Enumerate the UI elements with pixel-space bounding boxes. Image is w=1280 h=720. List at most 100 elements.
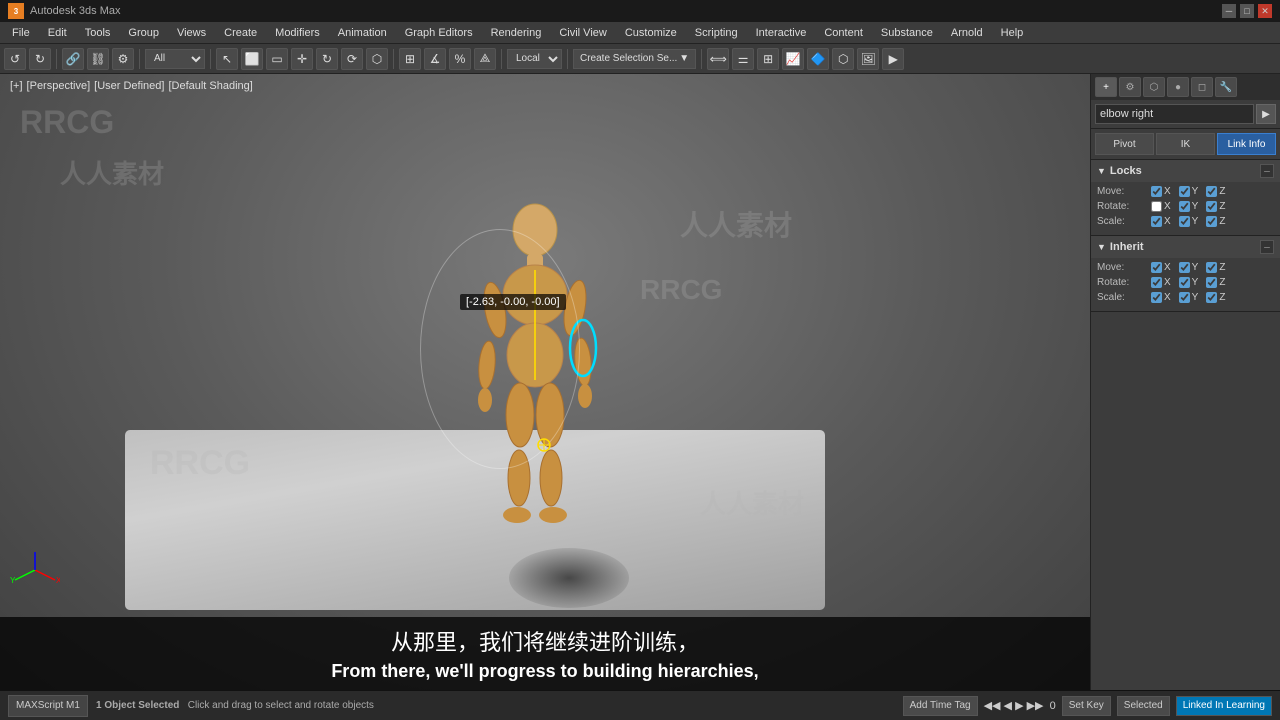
menu-views[interactable]: Views xyxy=(169,25,214,41)
menu-graph-editors[interactable]: Graph Editors xyxy=(397,25,481,41)
inherit-rotate-y[interactable]: Y xyxy=(1179,277,1199,288)
selection-circle xyxy=(420,229,580,469)
inherit-header[interactable]: ▼ Inherit ─ xyxy=(1091,236,1280,258)
subtitle-english: From there, we'll progress to building h… xyxy=(20,661,1070,682)
snap3d-button[interactable]: ⟁ xyxy=(474,48,496,70)
minimize-button[interactable]: ─ xyxy=(1222,4,1236,18)
locks-scale-z[interactable]: Z xyxy=(1206,216,1225,227)
select-region-button[interactable]: ⬜ xyxy=(241,48,263,70)
menu-interactive[interactable]: Interactive xyxy=(748,25,815,41)
locks-move-y[interactable]: Y xyxy=(1179,186,1199,197)
locks-rotate-y[interactable]: Y xyxy=(1179,201,1199,212)
toolbar-separator-5 xyxy=(501,49,502,69)
locks-move-checks: X Y Z xyxy=(1151,186,1225,197)
inherit-move-z[interactable]: Z xyxy=(1206,262,1225,273)
curve-editor-button[interactable]: 📈 xyxy=(782,48,804,70)
menu-create[interactable]: Create xyxy=(216,25,265,41)
mirror-button[interactable]: ⟺ xyxy=(707,48,729,70)
pivot-point[interactable] xyxy=(536,437,552,453)
panel-tab-hierarchy[interactable]: ⬡ xyxy=(1143,77,1165,97)
rotate-button[interactable]: ↻ xyxy=(316,48,338,70)
menu-content[interactable]: Content xyxy=(816,25,871,41)
linkedin-button[interactable]: Linked In Learning xyxy=(1176,696,1272,716)
inherit-scale-x[interactable]: X xyxy=(1151,292,1171,303)
locks-rotate-x[interactable]: X xyxy=(1151,201,1171,212)
render-setup-button[interactable]: 🖼 xyxy=(857,48,879,70)
angle-snap-button[interactable]: ∡ xyxy=(424,48,446,70)
locks-collapse[interactable]: ─ xyxy=(1260,164,1274,178)
grid-button[interactable]: ⊞ xyxy=(757,48,779,70)
material-button[interactable]: ⬡ xyxy=(832,48,854,70)
inherit-rotate-z[interactable]: Z xyxy=(1206,277,1225,288)
align-button[interactable]: ⚌ xyxy=(732,48,754,70)
inherit-title: Inherit xyxy=(1110,241,1144,253)
redo-button[interactable]: ↻ xyxy=(29,48,51,70)
toolbar-separator-6 xyxy=(567,49,568,69)
viewport[interactable]: [+] [Perspective] [User Defined] [Defaul… xyxy=(0,74,1090,690)
locks-header[interactable]: ▼ Locks ─ xyxy=(1091,160,1280,182)
link-info-button[interactable]: Link Info xyxy=(1217,133,1276,155)
ref-system-button[interactable]: ⊞ xyxy=(399,48,421,70)
select-rotate-button[interactable]: ⟳ xyxy=(341,48,363,70)
inherit-scale-z[interactable]: Z xyxy=(1206,292,1225,303)
watermark-6: 人人素材 xyxy=(680,204,792,244)
selected-button[interactable]: Selected xyxy=(1117,696,1170,716)
menu-file[interactable]: File xyxy=(4,25,38,41)
toolbar-separator-3 xyxy=(210,49,211,69)
inherit-rotate-checks: X Y Z xyxy=(1151,277,1225,288)
menu-customize[interactable]: Customize xyxy=(617,25,685,41)
menu-tools[interactable]: Tools xyxy=(77,25,119,41)
inherit-scale-y[interactable]: Y xyxy=(1179,292,1199,303)
pivot-button[interactable]: Pivot xyxy=(1095,133,1154,155)
locks-move-z[interactable]: Z xyxy=(1206,186,1225,197)
menu-arnold[interactable]: Arnold xyxy=(943,25,991,41)
coord-select[interactable]: Local xyxy=(507,49,562,69)
render-button[interactable]: ▶ xyxy=(882,48,904,70)
select-rect-button[interactable]: ▭ xyxy=(266,48,288,70)
menu-animation[interactable]: Animation xyxy=(330,25,395,41)
locks-scale-row: Scale: X Y Z xyxy=(1097,216,1274,227)
unlink-button[interactable]: ⛓ xyxy=(87,48,109,70)
inherit-move-x[interactable]: X xyxy=(1151,262,1171,273)
inherit-collapse[interactable]: ─ xyxy=(1260,240,1274,254)
bind-button[interactable]: ⚙ xyxy=(112,48,134,70)
panel-tab-create[interactable]: + xyxy=(1095,77,1117,97)
locks-move-x[interactable]: X xyxy=(1151,186,1171,197)
menu-substance[interactable]: Substance xyxy=(873,25,941,41)
close-button[interactable]: ✕ xyxy=(1258,4,1272,18)
maxscript-button[interactable]: MAXScript M1 xyxy=(8,695,88,717)
panel-tab-modify[interactable]: ⚙ xyxy=(1119,77,1141,97)
inherit-rotate-x[interactable]: X xyxy=(1151,277,1171,288)
snap-toggle-button[interactable]: % xyxy=(449,48,471,70)
search-button[interactable]: ▶ xyxy=(1256,104,1276,124)
schematic-button[interactable]: 🔷 xyxy=(807,48,829,70)
menu-rendering[interactable]: Rendering xyxy=(483,25,550,41)
panel-tab-display[interactable]: ◻ xyxy=(1191,77,1213,97)
panel-tab-motion[interactable]: ● xyxy=(1167,77,1189,97)
inherit-move-y[interactable]: Y xyxy=(1179,262,1199,273)
panel-tab-utilities[interactable]: 🔧 xyxy=(1215,77,1237,97)
scale-button[interactable]: ⬡ xyxy=(366,48,388,70)
menu-group[interactable]: Group xyxy=(120,25,167,41)
link-button[interactable]: 🔗 xyxy=(62,48,84,70)
filter-select[interactable]: All xyxy=(145,49,205,69)
selection-set-button[interactable]: Create Selection Se... ▼ xyxy=(573,49,696,69)
search-input[interactable] xyxy=(1095,104,1254,124)
menu-scripting[interactable]: Scripting xyxy=(687,25,746,41)
ik-button[interactable]: IK xyxy=(1156,133,1215,155)
menu-modifiers[interactable]: Modifiers xyxy=(267,25,328,41)
locks-scale-y[interactable]: Y xyxy=(1179,216,1199,227)
select-button[interactable]: ↖ xyxy=(216,48,238,70)
coord-display: [-2.63, -0.00, -0.00] xyxy=(460,294,566,310)
restore-button[interactable]: □ xyxy=(1240,4,1254,18)
move-button[interactable]: ✛ xyxy=(291,48,313,70)
add-time-tag-button[interactable]: Add Time Tag xyxy=(903,696,978,716)
locks-scale-x[interactable]: X xyxy=(1151,216,1171,227)
menu-help[interactable]: Help xyxy=(993,25,1032,41)
undo-button[interactable]: ↺ xyxy=(4,48,26,70)
locks-rotate-z[interactable]: Z xyxy=(1206,201,1225,212)
inherit-move-row: Move: X Y Z xyxy=(1097,262,1274,273)
menu-edit[interactable]: Edit xyxy=(40,25,75,41)
set-key-button[interactable]: Set Key xyxy=(1062,696,1111,716)
menu-civil-view[interactable]: Civil View xyxy=(551,25,614,41)
